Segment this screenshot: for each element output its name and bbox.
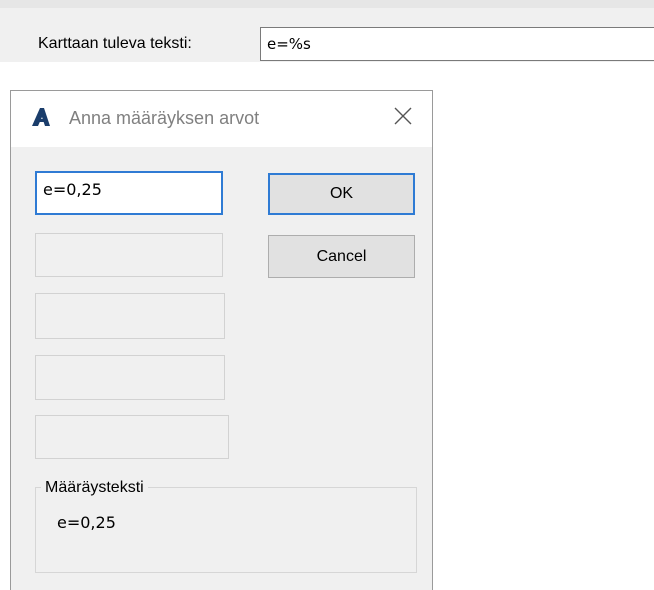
value-field-3 (35, 293, 225, 339)
value-field-2 (35, 233, 223, 277)
close-icon[interactable] (392, 105, 414, 127)
value-field-1[interactable]: e=0,25 (35, 171, 223, 215)
dialog-title: Anna määräyksen arvot (69, 108, 260, 128)
map-text-input[interactable]: e=%s (260, 27, 654, 61)
order-text-legend: Määräysteksti (41, 478, 148, 498)
values-dialog: Anna määräyksen arvot e=0,25 OK Cancel M… (10, 90, 433, 590)
cancel-button[interactable]: Cancel (268, 235, 415, 278)
ok-button[interactable]: OK (268, 173, 415, 215)
value-field-5 (35, 415, 229, 459)
dialog-titlebar[interactable]: Anna määräyksen arvot (11, 91, 432, 147)
order-text-value: e=0,25 (57, 513, 116, 532)
top-edge (0, 0, 654, 8)
autocad-a-icon (32, 108, 50, 126)
value-field-4 (35, 355, 225, 400)
map-text-label: Karttaan tuleva teksti: (38, 35, 192, 52)
